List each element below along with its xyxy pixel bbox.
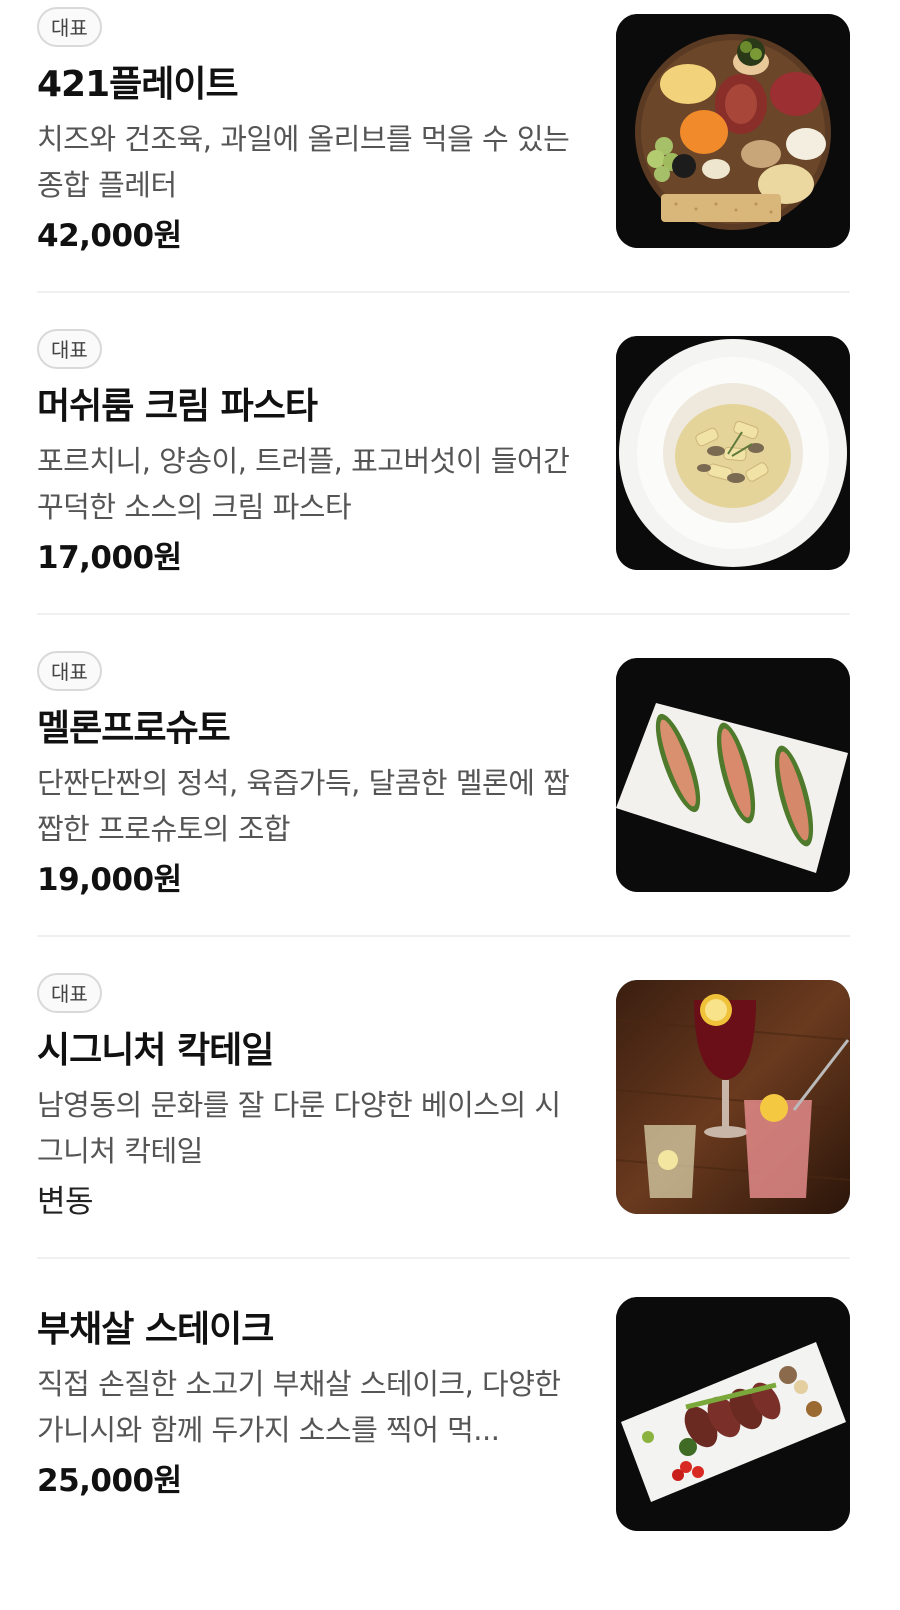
menu-item[interactable]: 대표 멜론프로슈토 단짠단짠의 정석, 육즙가득, 달콤한 멜론에 짭짭한 프로… [0,644,900,966]
menu-item-title: 부채살 스테이크 [37,1309,274,1350]
menu-item-price: 변동 [37,1184,94,1220]
menu-item-title: 421플레이트 [37,64,239,105]
menu-item-description: 단짠단짠의 정석, 육즙가득, 달콤한 멜론에 짭짭한 프로슈토의 조합 [37,766,570,846]
signature-cocktails-photo[interactable] [616,980,850,1214]
charcuterie-board-photo[interactable] [616,14,850,248]
divider [37,291,850,293]
divider [37,1257,850,1259]
menu-item-price: 17,000원 [37,540,182,576]
cream-pasta-photo[interactable] [616,336,850,570]
menu-list: 대표 421플레이트 치즈와 건조육, 과일에 올리브를 먹을 수 있는 종합 … [0,0,900,1610]
menu-item-title: 머쉬룸 크림 파스타 [37,386,318,427]
menu-item-description: 남영동의 문화를 잘 다룬 다양한 베이스의 시그니처 칵테일 [37,1088,561,1168]
signature-badge: 대표 [37,7,102,47]
menu-item-price: 42,000원 [37,218,182,254]
steak-plate-photo[interactable] [616,1297,850,1531]
signature-badge: 대표 [37,329,102,369]
menu-item-price: 19,000원 [37,862,182,898]
menu-item-description: 치즈와 건조육, 과일에 올리브를 먹을 수 있는 종합 플레터 [37,122,570,202]
menu-item[interactable]: 대표 시그니처 칵테일 남영동의 문화를 잘 다룬 다양한 베이스의 시그니처 … [0,966,900,1288]
menu-item[interactable]: 대표 421플레이트 치즈와 건조육, 과일에 올리브를 먹을 수 있는 종합 … [0,0,900,322]
divider [37,613,850,615]
menu-item[interactable]: 대표 머쉬룸 크림 파스타 포르치니, 양송이, 트러플, 표고버섯이 들어간 … [0,322,900,644]
signature-badge: 대표 [37,973,102,1013]
divider [37,935,850,937]
menu-item[interactable]: 부채살 스테이크 직접 손질한 소고기 부채살 스테이크, 다양한 가니시와 함… [0,1288,900,1610]
menu-item-price: 25,000원 [37,1463,182,1499]
menu-item-title: 시그니처 칵테일 [37,1030,274,1071]
melon-prosciutto-photo[interactable] [616,658,850,892]
menu-item-description: 직접 손질한 소고기 부채살 스테이크, 다양한 가니시와 함께 두가지 소스를… [37,1367,561,1447]
menu-item-description: 포르치니, 양송이, 트러플, 표고버섯이 들어간 꾸덕한 소스의 크림 파스타 [37,444,570,524]
signature-badge: 대표 [37,651,102,691]
menu-item-title: 멜론프로슈토 [37,708,231,749]
